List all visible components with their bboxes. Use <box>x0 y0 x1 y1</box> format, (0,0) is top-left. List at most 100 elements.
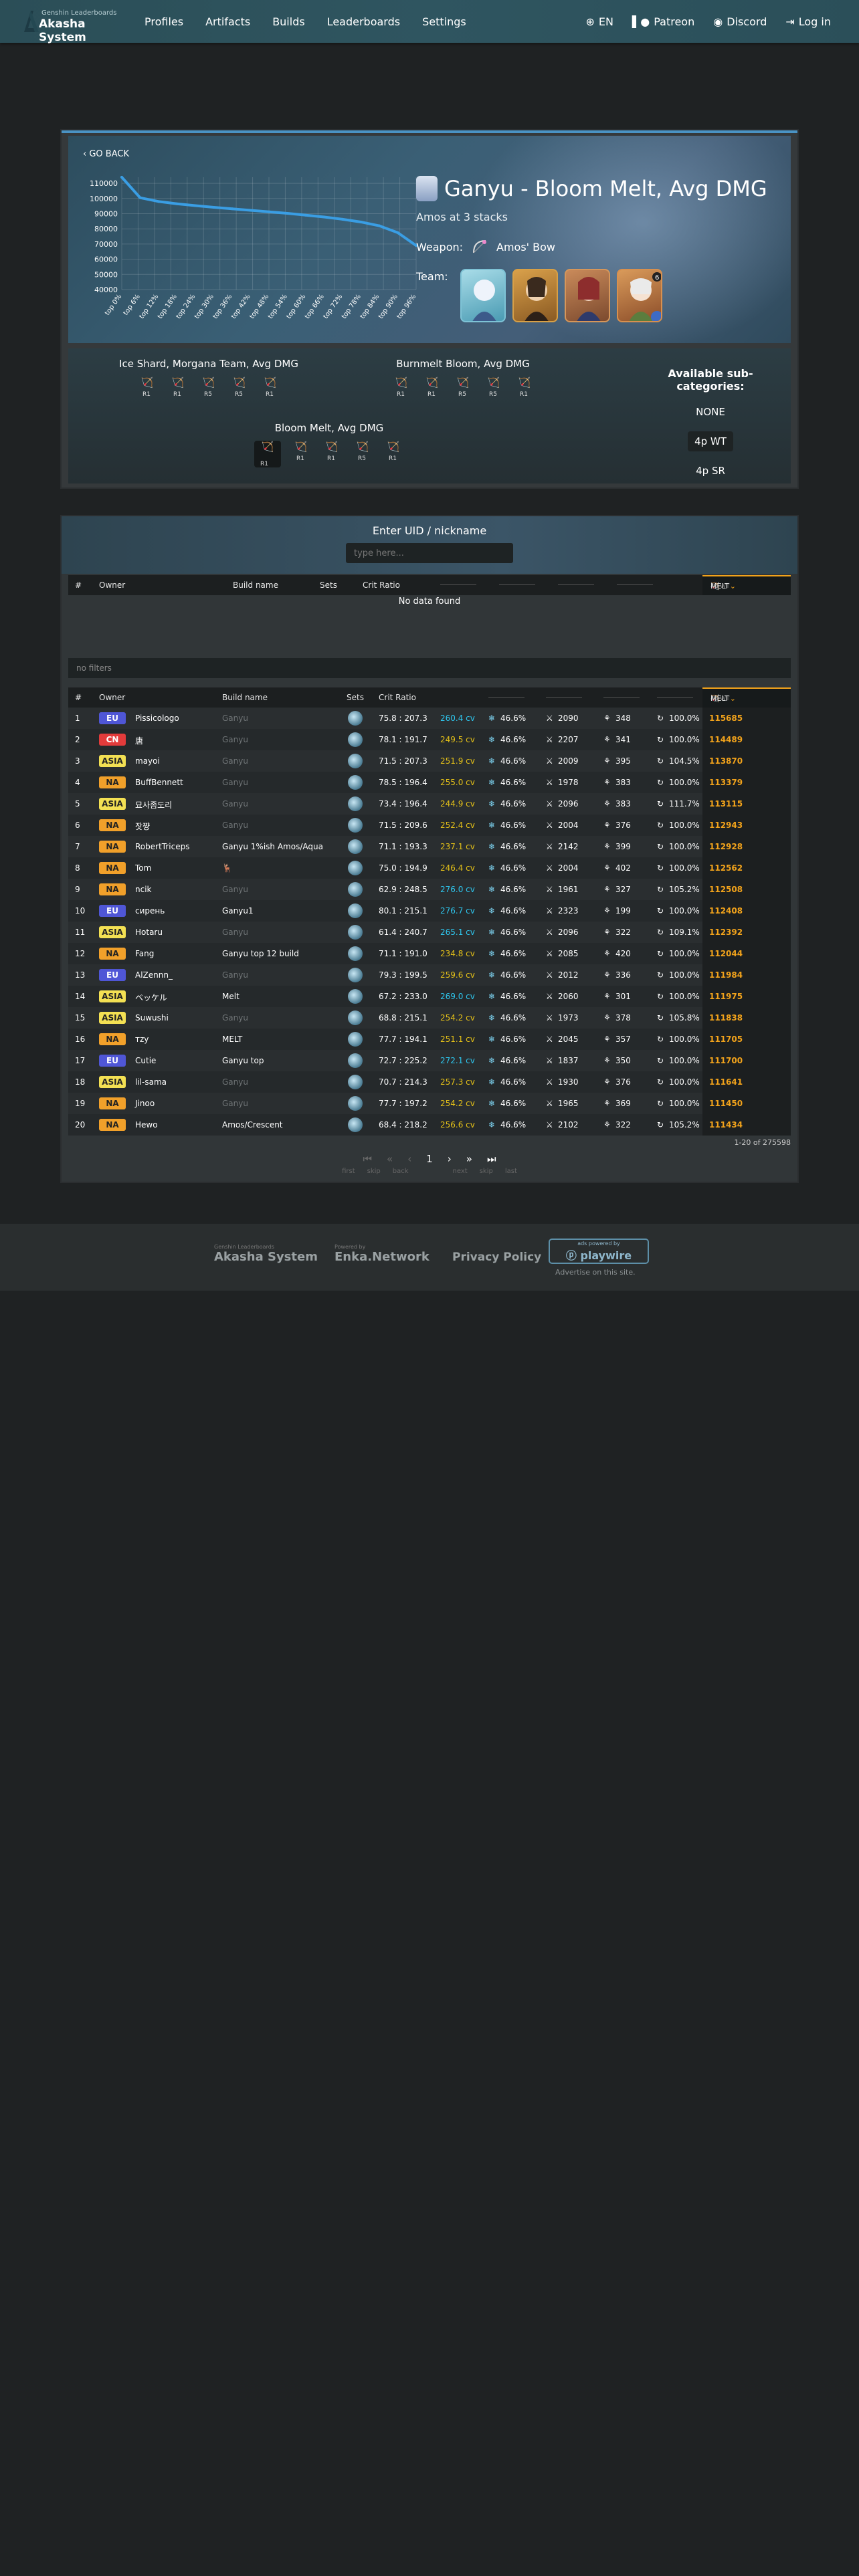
table-row[interactable]: 7 NA RobertTriceps Ganyu 1%ish Amos/Aqua 71.… <box>68 836 791 857</box>
owner-name[interactable]: RobertTriceps <box>135 842 189 851</box>
enka-network-link[interactable]: Powered by Enka.Network <box>335 1244 430 1264</box>
weapon-icon[interactable]: 🏹 R1 <box>136 377 158 398</box>
table-row[interactable]: 17 EU Cutie Ganyu top 72.7 : 225.2 272.1 cv ❄ 4… <box>68 1050 791 1071</box>
weapon-icon[interactable]: 🏹 R5 <box>229 377 250 398</box>
owner-name[interactable]: Cutie <box>135 1056 156 1065</box>
discord-link[interactable]: ◉ Discord <box>713 15 767 28</box>
col-metric-melt[interactable]: 🏹 MELT 4p WT ⌄ <box>702 687 791 708</box>
privacy-policy-link[interactable]: Privacy Policy <box>452 1251 541 1264</box>
table-row[interactable]: 6 NA 잣쨩 Ganyu 71.5 : 209.6 252.4 cv ❄ 46.6% ⚔ 200… <box>68 815 791 836</box>
col-build[interactable]: Build name <box>222 693 268 702</box>
table-row[interactable]: 20 NA Hewo Amos/Crescent 68.4 : 218.2 256.6 c… <box>68 1114 791 1136</box>
owner-name[interactable]: Suwushi <box>135 1013 169 1023</box>
owner-name[interactable]: ベッケル <box>135 992 167 1003</box>
nav-leaderboards[interactable]: Leaderboards <box>327 15 400 28</box>
go-back-button[interactable]: ‹ GO BACK <box>83 149 129 159</box>
owner-name[interactable]: Pissicologo <box>135 714 179 723</box>
filters-bar[interactable]: no filters <box>68 658 791 678</box>
first-page-icon[interactable]: ⏮ <box>363 1153 373 1165</box>
skip-back-icon[interactable]: « <box>387 1153 393 1165</box>
owner-name[interactable]: AlZennn_ <box>135 970 173 980</box>
table-row[interactable]: 18 ASIA lil-sama Ganyu 70.7 : 214.3 257.3 cv ❄… <box>68 1071 791 1093</box>
owner-name[interactable]: 묘사좀도리 <box>135 799 172 811</box>
nav-settings[interactable]: Settings <box>422 15 466 28</box>
owner-name[interactable]: Hotaru <box>135 928 163 937</box>
subcat-4p-wt[interactable]: 4p WT <box>688 431 733 451</box>
weapon-icon[interactable]: 🏹 R1 <box>290 441 312 462</box>
table-row[interactable]: 16 NA тzу MELT 77.7 : 194.1 251.1 cv ❄ 46.6% ⚔ 20… <box>68 1029 791 1050</box>
zhongli-icon[interactable] <box>512 269 558 322</box>
weapon-icon[interactable]: 🏹 R1 <box>383 441 404 462</box>
footer-akasha-logo[interactable]: Genshin Leaderboards Akasha System <box>214 1244 318 1264</box>
owner-name[interactable]: mayoi <box>135 756 160 766</box>
owner-name[interactable]: тzу <box>135 1035 149 1044</box>
owner-name[interactable]: 唐 <box>135 735 143 746</box>
owner-name[interactable]: Jinoo <box>135 1099 155 1108</box>
next-page-icon[interactable]: › <box>448 1153 452 1165</box>
table-row[interactable]: 14 ASIA ベッケル Melt 67.2 : 233.0 269.0 cv ❄ 46.6%… <box>68 986 791 1007</box>
table-row[interactable]: 12 NA Fang Ganyu top 12 build 71.1 : 191.0 23… <box>68 943 791 964</box>
uid-search-input[interactable] <box>346 543 513 563</box>
nav-artifacts[interactable]: Artifacts <box>205 15 250 28</box>
category-burnmelt-bloom[interactable]: Burnmelt Bloom, Avg DMG 🏹 R1 🏹 R1 🏹 R5 🏹 R5 … <box>363 358 563 398</box>
table-row[interactable]: 2 CN 唐 Ganyu 78.1 : 191.7 249.5 cv ❄ 46.6% ⚔ 2207… <box>68 729 791 750</box>
col-sets[interactable]: Sets <box>347 693 364 702</box>
weapon-icon[interactable]: 🏹 R1 <box>421 377 443 398</box>
owner-name[interactable]: сирень <box>135 906 165 916</box>
nahida-icon[interactable]: 6 <box>616 269 662 322</box>
weapon-icon[interactable]: 🏹 R5 <box>198 377 219 398</box>
ganyu-icon[interactable] <box>460 269 506 322</box>
nav-profiles[interactable]: Profiles <box>145 15 183 28</box>
weapon-icon-selected[interactable]: 🏹 R1 <box>254 441 281 467</box>
skip-forward-icon[interactable]: » <box>466 1153 472 1165</box>
table-row[interactable]: 1 EU Pissicologo Ganyu 75.8 : 207.3 260.4 cv ❄… <box>68 708 791 729</box>
advertise-link[interactable]: Advertise on this site. <box>555 1268 636 1277</box>
table-row[interactable]: 3 ASIA mayoi Ganyu 71.5 : 207.3 251.9 cv ❄ 46.6… <box>68 750 791 772</box>
subcat-4p-sr[interactable]: 4p SR <box>689 461 732 481</box>
language-selector[interactable]: ⊕ EN <box>585 15 613 28</box>
patreon-link[interactable]: ▌● Patreon <box>632 15 694 28</box>
akasha-logo[interactable]: Genshin Leaderboards Akasha System <box>23 7 130 44</box>
last-page-icon[interactable]: ⏭ <box>487 1153 496 1165</box>
weapon-icon[interactable]: 🏹 R5 <box>483 377 504 398</box>
col-crit[interactable]: Crit Ratio <box>379 693 416 702</box>
owner-name[interactable]: Tom <box>135 863 151 873</box>
col-owner[interactable]: Owner <box>99 693 125 702</box>
weapon-icon[interactable]: 🏹 R1 <box>260 377 281 398</box>
nav-builds[interactable]: Builds <box>272 15 305 28</box>
table-row[interactable]: 10 EU сирень Ganyu1 80.1 : 215.1 276.7 cv ❄ 46.… <box>68 900 791 922</box>
weapon-icon[interactable]: 🏹 R1 <box>391 377 412 398</box>
table-row[interactable]: 19 NA Jinoo Ganyu 77.7 : 197.2 254.2 cv ❄ 46.6%… <box>68 1093 791 1114</box>
col-metric-melt[interactable]: 🏹 MELT 4p WT ⌄ <box>702 575 791 595</box>
table-row[interactable]: 9 NA ncik Ganyu 62.9 : 248.5 276.0 cv ❄ 46.6% ⚔ 1… <box>68 879 791 900</box>
weapon-icon[interactable]: 🏹 R1 <box>321 441 343 462</box>
owner-name[interactable]: lil-sama <box>135 1077 167 1087</box>
weapon-icon[interactable]: 🏹 R1 <box>167 377 189 398</box>
owner-name[interactable]: Hewo <box>135 1120 158 1130</box>
category-ice-shard[interactable]: Ice Shard, Morgana Team, Avg DMG 🏹 R1 🏹 R1… <box>88 358 329 398</box>
owner-name[interactable]: 잣쨩 <box>135 821 150 832</box>
table-row[interactable]: 4 NA BuffBennett Ganyu 78.5 : 196.4 255.0 cv ❄… <box>68 772 791 793</box>
col-build[interactable]: Build name <box>233 580 278 590</box>
table-row[interactable]: 11 ASIA Hotaru Ganyu 61.4 : 240.7 265.1 cv ❄ 46… <box>68 922 791 943</box>
col-sets[interactable]: Sets <box>320 580 337 590</box>
owner-name[interactable]: BuffBennett <box>135 778 183 787</box>
category-bloom-melt[interactable]: Bloom Melt, Avg DMG 🏹 R1 🏹 R1 🏹 R1 🏹 R5 🏹 R1 <box>229 422 430 467</box>
owner-name[interactable]: ncik <box>135 885 152 894</box>
subcat-none[interactable]: NONE <box>689 402 732 422</box>
login-button[interactable]: ⇥ Log in <box>785 15 831 28</box>
col-crit[interactable]: Crit Ratio <box>363 580 400 590</box>
table-row[interactable]: 15 ASIA Suwushi Ganyu 68.8 : 215.1 254.2 cv ❄ 4… <box>68 1007 791 1029</box>
playwire-badge[interactable]: ads powered by ⓟ playwire <box>549 1239 649 1264</box>
er-value: 100.0% <box>669 906 700 916</box>
weapon-icon[interactable]: 🏹 R5 <box>452 377 474 398</box>
table-row[interactable]: 5 ASIA 묘사좀도리 Ganyu 73.4 : 196.4 244.9 cv ❄ 46.6… <box>68 793 791 815</box>
table-row[interactable]: 8 NA Tom 🦌 75.0 : 194.9 246.4 cv ❄ 46.6% ⚔ 2004 ⚘ 4… <box>68 857 791 879</box>
table-row[interactable]: 13 EU AlZennn_ Ganyu 79.3 : 199.5 259.6 cv ❄ 46… <box>68 964 791 986</box>
weapon-icon[interactable]: 🏹 R5 <box>352 441 373 462</box>
owner-name[interactable]: Fang <box>135 949 154 958</box>
prev-page-icon[interactable]: ‹ <box>407 1153 411 1165</box>
nilou-icon[interactable] <box>564 269 610 322</box>
weapon-icon[interactable]: 🏹 R1 <box>514 377 535 398</box>
col-owner[interactable]: Owner <box>99 580 125 590</box>
